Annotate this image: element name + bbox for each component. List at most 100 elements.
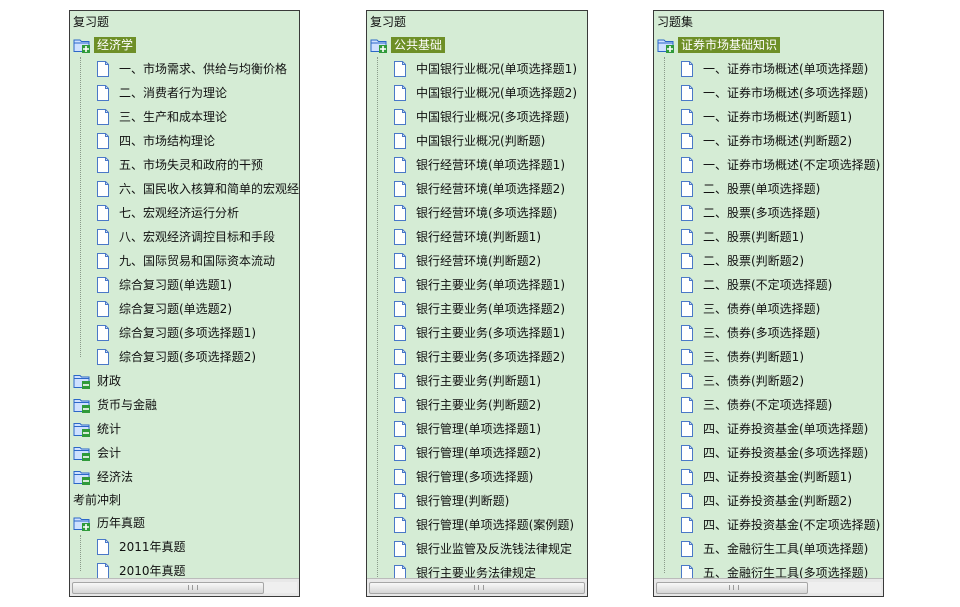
- tree-leaf[interactable]: 银行经营环境(单项选择题1): [367, 153, 587, 177]
- document-icon: [680, 276, 694, 293]
- leaf-label: 四、证券投资基金(判断题1): [703, 470, 852, 484]
- tree-leaf[interactable]: 一、证券市场概述(单项选择题): [654, 57, 883, 81]
- leaf-label: 综合复习题(多项选择题1): [119, 326, 256, 340]
- leaf-label: 四、证券投资基金(多项选择题): [703, 446, 869, 460]
- tree-folder[interactable]: 经济法: [70, 465, 299, 489]
- tree-leaf[interactable]: 三、债券(不定项选择题): [654, 393, 883, 417]
- tree-leaf[interactable]: 综合复习题(多项选择题2): [70, 345, 299, 369]
- tree-leaf[interactable]: 八、宏观经济调控目标和手段: [70, 225, 299, 249]
- tree-leaf[interactable]: 五、市场失灵和政府的干预: [70, 153, 299, 177]
- section-header-sprint: 考前冲刺: [73, 493, 122, 507]
- tree-leaf[interactable]: 中国银行业概况(多项选择题): [367, 105, 587, 129]
- tree-leaf[interactable]: 银行经营环境(多项选择题): [367, 201, 587, 225]
- horizontal-scrollbar[interactable]: [367, 578, 587, 596]
- tree-folder-public-basics[interactable]: 公共基础: [367, 33, 587, 57]
- horizontal-scrollbar[interactable]: [70, 578, 299, 596]
- tree-leaf[interactable]: 三、债券(判断题1): [654, 345, 883, 369]
- tree-folder[interactable]: 财政: [70, 369, 299, 393]
- tree-leaf[interactable]: 中国银行业概况(单项选择题2): [367, 81, 587, 105]
- tree-leaf[interactable]: 二、股票(单项选择题): [654, 177, 883, 201]
- tree-leaf[interactable]: 三、生产和成本理论: [70, 105, 299, 129]
- tree-leaf[interactable]: 九、国际贸易和国际资本流动: [70, 249, 299, 273]
- tree-leaf[interactable]: 三、债券(单项选择题): [654, 297, 883, 321]
- tree-leaf[interactable]: 四、证券投资基金(判断题1): [654, 465, 883, 489]
- leaf-label: 二、股票(多项选择题): [703, 206, 821, 220]
- tree-leaf[interactable]: 银行经营环境(判断题1): [367, 225, 587, 249]
- tree-leaf[interactable]: 二、消费者行为理论: [70, 81, 299, 105]
- document-icon: [393, 564, 407, 578]
- tree-leaf[interactable]: 中国银行业概况(单项选择题1): [367, 57, 587, 81]
- tree-leaf[interactable]: 银行主要业务(判断题1): [367, 369, 587, 393]
- document-icon: [393, 228, 407, 245]
- tree-leaf[interactable]: 二、股票(多项选择题): [654, 201, 883, 225]
- document-icon: [680, 468, 694, 485]
- tree-leaf[interactable]: 四、证券投资基金(不定项选择题): [654, 513, 883, 537]
- scrollbar-thumb[interactable]: [656, 582, 808, 594]
- tree-view: 复习题 经济学 一、市场需求、供给与均衡价格 二、消费者行为理论 三、生产和成本理论…: [70, 11, 299, 578]
- document-icon: [393, 60, 407, 77]
- tree-folder-economics[interactable]: 经济学: [70, 33, 299, 57]
- folder-label: 公共基础: [391, 37, 446, 53]
- tree-folder-past-exams[interactable]: 历年真题: [70, 511, 299, 535]
- tree-leaf[interactable]: 综合复习题(多项选择题1): [70, 321, 299, 345]
- tree-leaf[interactable]: 一、证券市场概述(判断题2): [654, 129, 883, 153]
- tree-leaf[interactable]: 四、证券投资基金(多项选择题): [654, 441, 883, 465]
- leaf-label: 中国银行业概况(单项选择题2): [416, 86, 577, 100]
- document-icon: [680, 372, 694, 389]
- horizontal-scrollbar[interactable]: [654, 578, 883, 596]
- leaf-label: 银行主要业务(多项选择题2): [416, 350, 565, 364]
- tree-leaf[interactable]: 一、证券市场概述(不定项选择题): [654, 153, 883, 177]
- scrollbar-thumb[interactable]: [369, 582, 585, 594]
- document-icon: [680, 492, 694, 509]
- tree-leaf[interactable]: 五、金融衍生工具(单项选择题): [654, 537, 883, 561]
- tree-leaf[interactable]: 一、市场需求、供给与均衡价格: [70, 57, 299, 81]
- tree-leaf[interactable]: 中国银行业概况(判断题): [367, 129, 587, 153]
- document-icon: [680, 444, 694, 461]
- tree-leaf[interactable]: 二、股票(判断题2): [654, 249, 883, 273]
- tree-leaf[interactable]: 2011年真题: [70, 535, 299, 559]
- tree-leaf[interactable]: 一、证券市场概述(判断题1): [654, 105, 883, 129]
- tree-leaf[interactable]: 银行主要业务法律规定: [367, 561, 587, 578]
- tree-leaf[interactable]: 一、证券市场概述(多项选择题): [654, 81, 883, 105]
- tree-leaf[interactable]: 银行主要业务(多项选择题1): [367, 321, 587, 345]
- document-icon: [680, 540, 694, 557]
- tree-leaf[interactable]: 银行管理(单项选择题2): [367, 441, 587, 465]
- tree-leaf[interactable]: 综合复习题(单选题1): [70, 273, 299, 297]
- folder-list: 财政 货币与金融 统计 会计 经济法: [70, 369, 299, 489]
- tree-leaf[interactable]: 银行主要业务(多项选择题2): [367, 345, 587, 369]
- scrollbar-thumb[interactable]: [72, 582, 264, 594]
- tree-leaf[interactable]: 银行管理(多项选择题): [367, 465, 587, 489]
- leaf-label: 四、证券投资基金(判断题2): [703, 494, 852, 508]
- tree-leaf[interactable]: 银行管理(单项选择题1): [367, 417, 587, 441]
- tree-folder[interactable]: 货币与金融: [70, 393, 299, 417]
- tree-leaf[interactable]: 七、宏观经济运行分析: [70, 201, 299, 225]
- tree-leaf[interactable]: 银行主要业务(单项选择题1): [367, 273, 587, 297]
- folder-label: 历年真题: [97, 516, 146, 530]
- tree-leaf[interactable]: 银行主要业务(判断题2): [367, 393, 587, 417]
- document-icon: [680, 420, 694, 437]
- tree-leaf[interactable]: 银行管理(判断题): [367, 489, 587, 513]
- tree-leaf[interactable]: 银行管理(单项选择题(案例题): [367, 513, 587, 537]
- document-icon: [680, 396, 694, 413]
- tree-leaf[interactable]: 银行经营环境(单项选择题2): [367, 177, 587, 201]
- tree-leaf[interactable]: 银行主要业务(单项选择题2): [367, 297, 587, 321]
- leaf-label: 一、证券市场概述(多项选择题): [703, 86, 869, 100]
- tree-leaf[interactable]: 三、债券(判断题2): [654, 369, 883, 393]
- tree-leaf[interactable]: 五、金融衍生工具(多项选择题): [654, 561, 883, 578]
- tree-folder[interactable]: 会计: [70, 441, 299, 465]
- tree-leaf[interactable]: 综合复习题(单选题2): [70, 297, 299, 321]
- tree-leaf[interactable]: 2010年真题: [70, 559, 299, 578]
- tree-leaf[interactable]: 银行业监管及反洗钱法律规定: [367, 537, 587, 561]
- tree-folder[interactable]: 统计: [70, 417, 299, 441]
- tree-leaf[interactable]: 三、债券(多项选择题): [654, 321, 883, 345]
- tree-leaf[interactable]: 二、股票(不定项选择题): [654, 273, 883, 297]
- leaf-label: 中国银行业概况(判断题): [416, 134, 546, 148]
- tree-leaf[interactable]: 四、证券投资基金(单项选择题): [654, 417, 883, 441]
- tree-leaf[interactable]: 六、国民收入核算和简单的宏观经: [70, 177, 299, 201]
- tree-leaf[interactable]: 二、股票(判断题1): [654, 225, 883, 249]
- tree-leaf[interactable]: 四、市场结构理论: [70, 129, 299, 153]
- tree-leaf[interactable]: 四、证券投资基金(判断题2): [654, 489, 883, 513]
- tree-leaf[interactable]: 银行经营环境(判断题2): [367, 249, 587, 273]
- tree-folder-securities-basics[interactable]: 证券市场基础知识: [654, 33, 883, 57]
- leaf-label: 四、市场结构理论: [119, 134, 216, 148]
